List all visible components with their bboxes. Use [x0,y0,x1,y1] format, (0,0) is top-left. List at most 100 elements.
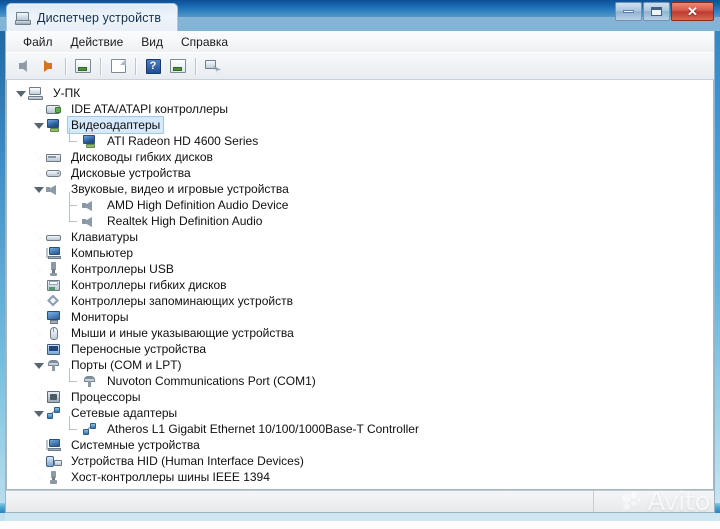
chevron-right-icon[interactable] [33,456,44,467]
monitor-icon [46,310,62,325]
menu-file[interactable]: Файл [14,33,62,51]
update-driver-button[interactable] [107,56,129,77]
show-hidden-button[interactable] [167,56,189,77]
tree-node-keyboards[interactable]: Клавиатуры [13,229,713,245]
title-bar[interactable]: Диспетчер устройств ✕ [0,0,720,32]
screenshot-root: Диспетчер устройств ✕ Файл Действие Вид … [0,0,720,529]
tree-leaf-amd-audio[interactable]: AMD High Definition Audio Device [13,192,713,213]
sound-device-icon [46,182,62,197]
chevron-down-icon[interactable] [33,360,44,371]
tree-node-hid-devices[interactable]: Устройства HID (Human Interface Devices) [13,453,713,469]
tree-node-disk-drives[interactable]: Дисковые устройства [13,165,713,181]
status-bar-separator [593,491,594,512]
com-port-icon [46,358,62,373]
chevron-right-icon[interactable] [33,168,44,179]
tree-node-monitors[interactable]: Мониторы [13,309,713,325]
client-area: Файл Действие Вид Справка ? У-ПК IDE ATA… [5,31,715,513]
tree-node-floppy-drives[interactable]: Дисководы гибких дисков [13,149,713,165]
chevron-right-icon[interactable] [33,392,44,403]
tree-node-ieee1394[interactable]: Хост-контроллеры шины IEEE 1394 [13,469,713,485]
chevron-right-icon[interactable] [33,296,44,307]
keyboard-icon [46,230,62,245]
tree-node-sound-devices[interactable]: Звуковые, видео и игровые устройства [13,181,713,197]
tree-node-ports[interactable]: Порты (COM и LPT) [13,357,713,373]
chevron-right-icon[interactable] [33,472,44,483]
tree-root-node[interactable]: У-ПК [13,85,713,101]
tree-node-display-adapters[interactable]: Видеоадаптеры [13,116,713,134]
properties-button[interactable] [72,56,94,77]
toolbar-separator [100,57,101,75]
scan-hardware-button[interactable] [202,56,224,77]
network-adapter-icon [46,406,62,421]
usb-controller-icon [46,261,62,277]
window-title-tab: Диспетчер устройств [6,3,179,32]
maximize-button[interactable] [643,2,670,21]
tree-node-system-devices[interactable]: Системные устройства [13,437,713,453]
ide-controller-icon [46,102,62,117]
tree-node-processors[interactable]: Процессоры [13,389,713,405]
chevron-right-icon[interactable] [33,264,44,275]
show-hidden-icon [170,59,186,73]
chevron-right-icon[interactable] [33,248,44,259]
chevron-down-icon[interactable] [15,88,26,99]
tree-node-storage-controllers[interactable]: Контроллеры запоминающих устройств [13,293,713,309]
help-button[interactable]: ? [142,56,164,77]
chevron-right-icon[interactable] [33,440,44,451]
forward-button[interactable] [37,56,59,77]
tree-node-label: Хост-контроллеры шины IEEE 1394 [71,470,270,484]
sound-device-icon [82,214,98,229]
tree-node-network-adapters[interactable]: Сетевые адаптеры [13,405,713,421]
tree-node-usb-controllers[interactable]: Контроллеры USB [13,261,713,277]
display-adapter-icon [46,118,62,133]
scan-hardware-icon [205,59,221,74]
chevron-down-icon[interactable] [33,120,44,131]
chevron-right-icon[interactable] [33,280,44,291]
computer-node-icon [46,246,62,261]
system-device-icon [46,438,62,453]
menu-action[interactable]: Действие [62,33,133,51]
chevron-right-icon[interactable] [33,232,44,243]
tree-node-floppy-controllers[interactable]: Контроллеры гибких дисков [13,277,713,293]
close-button[interactable]: ✕ [671,2,714,21]
chevron-right-icon[interactable] [33,152,44,163]
chevron-right-icon[interactable] [33,344,44,355]
properties-icon [75,59,91,73]
tree-node-portable-devices[interactable]: Переносные устройства [13,341,713,357]
device-tree[interactable]: У-ПК IDE ATA/ATAPI контроллеры Видеоадап… [6,80,714,490]
tree-leaf-realtek-audio[interactable]: Realtek High Definition Audio [13,208,713,229]
toolbar: ? [6,52,714,80]
toolbar-separator [135,57,136,75]
toolbar-separator [65,57,66,75]
device-manager-icon [15,11,31,25]
back-button[interactable] [12,56,34,77]
chevron-down-icon[interactable] [33,184,44,195]
tree-leaf-ati-radeon[interactable]: ATI Radeon HD 4600 Series [13,128,713,149]
update-driver-icon [110,59,126,73]
toolbar-separator [195,57,196,75]
chevron-down-icon[interactable] [33,408,44,419]
computer-icon [28,86,44,101]
minimize-icon [623,10,634,13]
chevron-right-icon[interactable] [33,328,44,339]
floppy-controller-icon [46,278,62,293]
menu-help[interactable]: Справка [172,33,237,51]
storage-controller-icon [46,294,62,309]
network-adapter-icon [82,422,98,437]
minimize-button[interactable] [615,2,642,21]
menu-view[interactable]: Вид [132,33,172,51]
com-port-icon [82,374,98,389]
hid-device-icon [46,454,62,469]
tree-leaf-atheros-l1[interactable]: Atheros L1 Gigabit Ethernet 10/100/1000B… [13,416,713,437]
tree-node-mice[interactable]: Мыши и иные указывающие устройства [13,325,713,341]
help-icon: ? [145,58,161,74]
tree-node-ide-controllers[interactable]: IDE ATA/ATAPI контроллеры [13,101,713,117]
tree-connector [65,208,81,229]
arrow-left-icon [19,60,27,72]
chevron-right-icon[interactable] [33,312,44,323]
window-title: Диспетчер устройств [37,11,162,25]
chevron-right-icon[interactable] [33,104,44,115]
tree-leaf-nuvoton-com1[interactable]: Nuvoton Communications Port (COM1) [13,368,713,389]
mouse-icon [46,326,62,341]
disk-drive-icon [46,166,62,181]
tree-node-computer[interactable]: Компьютер [13,245,713,261]
